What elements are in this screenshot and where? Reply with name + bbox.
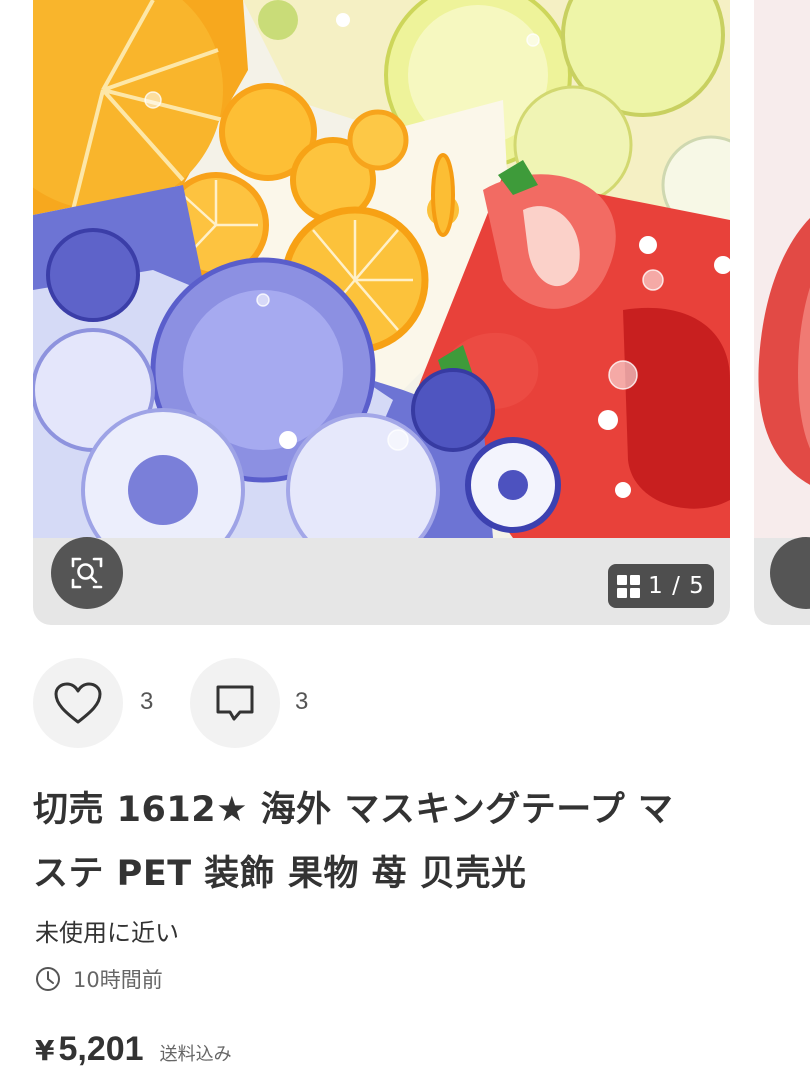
comment-button[interactable] xyxy=(190,658,280,748)
next-image-card[interactable] xyxy=(754,0,810,625)
product-title-line-2: ステ PET 装飾 果物 苺 贝壳光 xyxy=(33,854,527,894)
price-row: ¥ 5,201 送料込み xyxy=(35,1030,232,1080)
image-zoom-button[interactable] xyxy=(51,537,123,609)
clock-icon xyxy=(36,967,60,991)
next-product-photo[interactable] xyxy=(754,0,810,538)
price-value: 5,201 xyxy=(58,1030,144,1068)
product-photo[interactable] xyxy=(33,0,730,538)
currency-symbol: ¥ xyxy=(35,1034,55,1067)
image-carousel[interactable]: 1 / 5 xyxy=(0,0,810,628)
shipping-note: 送料込み xyxy=(159,1044,232,1065)
item-condition: 未使用に近い xyxy=(35,919,179,947)
product-title: 切売 1612★ 海外 マスキングテープ マ ステ PET 装飾 果物 苺 贝壳… xyxy=(33,778,778,906)
grid-icon xyxy=(617,574,641,598)
engagement-actions: 3 3 xyxy=(33,658,433,748)
image-counter[interactable]: 1 / 5 xyxy=(608,564,714,608)
posted-time-text: 10時間前 xyxy=(73,968,163,992)
like-button[interactable] xyxy=(33,658,123,748)
comment-count: 3 xyxy=(295,688,309,715)
product-detail-page: 1 / 5 3 3 切売 1612★ 海外 マスキングテープ マ ステ PET … xyxy=(0,0,810,1080)
comment-icon xyxy=(216,685,254,721)
search-zoom-icon xyxy=(71,557,103,589)
posted-time: 10時間前 xyxy=(35,962,163,996)
product-image-card[interactable] xyxy=(33,0,730,625)
heart-icon xyxy=(54,682,102,724)
product-title-line-1: 切売 1612★ 海外 マスキングテープ マ xyxy=(33,790,674,830)
like-count: 3 xyxy=(140,688,154,715)
image-counter-text: 1 / 5 xyxy=(648,573,705,599)
